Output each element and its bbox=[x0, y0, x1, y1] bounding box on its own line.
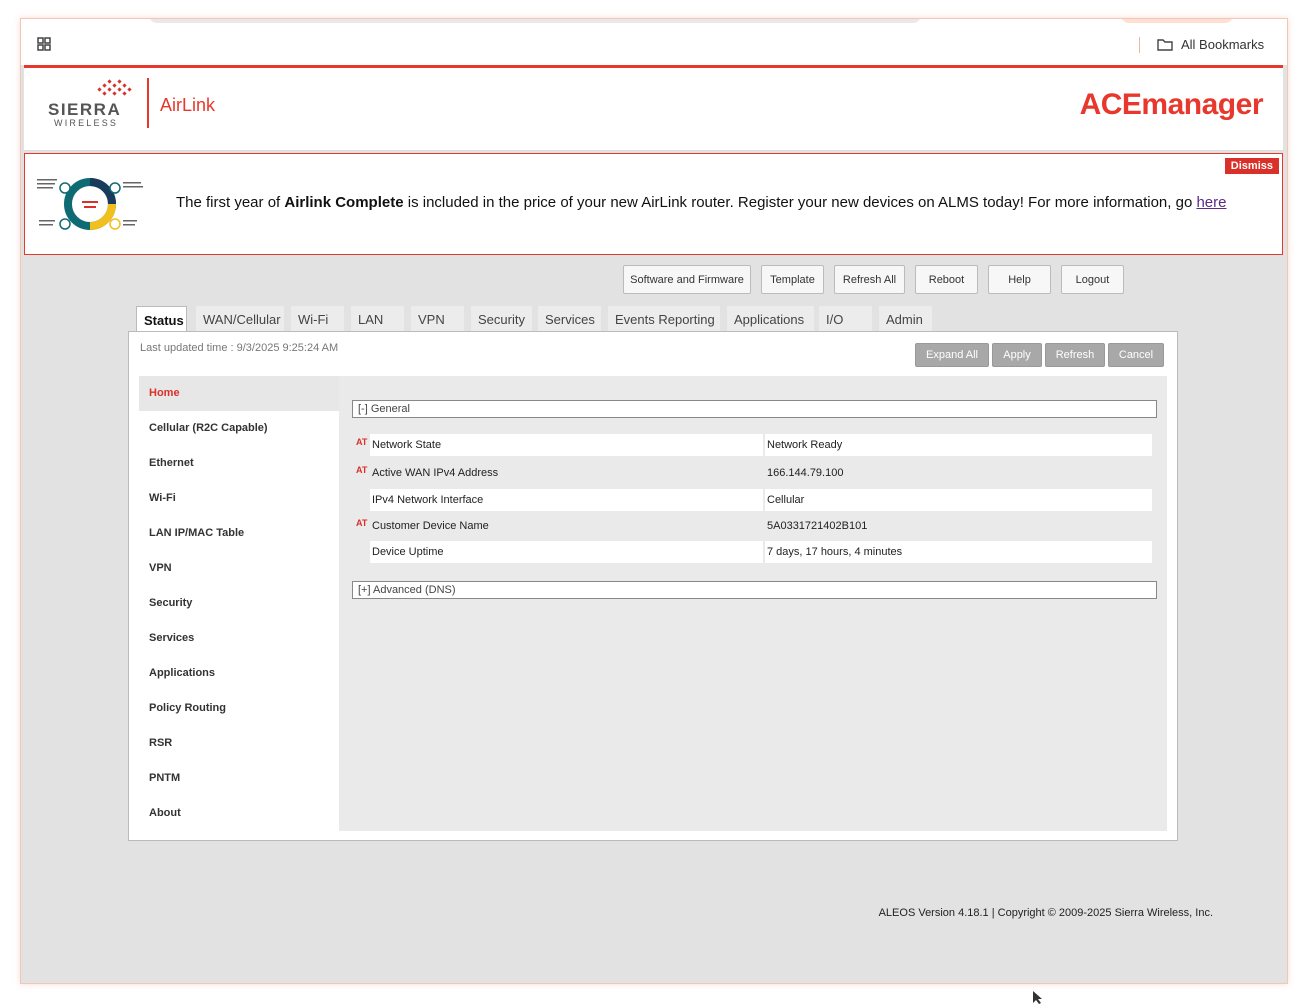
row-value: Network Ready bbox=[767, 439, 843, 451]
at-cell bbox=[354, 541, 370, 563]
all-bookmarks-label: All Bookmarks bbox=[1181, 36, 1265, 52]
tab-applications[interactable]: Applications bbox=[727, 306, 814, 332]
banner-message: The first year of Airlink Complete is in… bbox=[176, 194, 1226, 211]
side-item-pntm[interactable]: PNTM bbox=[149, 768, 180, 788]
side-item-ethernet[interactable]: Ethernet bbox=[149, 453, 194, 473]
side-item-services[interactable]: Services bbox=[149, 628, 194, 648]
tab-status[interactable]: Status bbox=[136, 306, 187, 333]
software-firmware-button[interactable]: Software and Firmware bbox=[623, 265, 751, 294]
status-row: AT Active WAN IPv4 Address 166.144.79.10… bbox=[354, 462, 1152, 484]
logo-divider bbox=[147, 78, 149, 128]
airlink-complete-graphic-icon bbox=[37, 178, 143, 230]
apps-grid-icon[interactable] bbox=[37, 37, 51, 51]
refresh-all-button[interactable]: Refresh All bbox=[834, 265, 905, 294]
sierra-airlink-logo: SIERRA WIRELESS AirLink bbox=[48, 78, 228, 132]
tab-admin[interactable]: Admin bbox=[879, 306, 932, 332]
row-value: 7 days, 17 hours, 4 minutes bbox=[767, 546, 903, 558]
at-marker: AT bbox=[356, 437, 368, 447]
status-row: AT Customer Device Name 5A0331721402B101 bbox=[354, 515, 1152, 537]
row-label: Network State bbox=[372, 439, 442, 451]
banner-text-bold: Airlink Complete bbox=[284, 194, 404, 211]
browser-window: All Bookmarks SIERRA WIRELESS AirLink AC… bbox=[20, 18, 1288, 984]
tab-wan-cellular[interactable]: WAN/Cellular bbox=[196, 306, 284, 332]
row-value: Cellular bbox=[767, 494, 805, 506]
side-item-security[interactable]: Security bbox=[149, 593, 192, 613]
profile-button[interactable] bbox=[1121, 19, 1233, 23]
side-item-wifi[interactable]: Wi-Fi bbox=[149, 488, 176, 508]
brand-wireless: WIRELESS bbox=[54, 118, 119, 128]
row-label: IPv4 Network Interface bbox=[372, 494, 484, 506]
footer-copyright: ALEOS Version 4.18.1 | Copyright © 2009-… bbox=[878, 907, 1213, 919]
bookmarks-bar: All Bookmarks bbox=[21, 19, 1287, 65]
row-value: 5A0331721402B101 bbox=[767, 520, 868, 532]
banner-text-after: is included in the price of your new Air… bbox=[403, 194, 1197, 211]
announcement-banner: The first year of Airlink Complete is in… bbox=[24, 153, 1283, 255]
dismiss-button[interactable]: Dismiss bbox=[1224, 158, 1279, 174]
apply-button[interactable]: Apply bbox=[992, 343, 1042, 367]
refresh-button[interactable]: Refresh bbox=[1045, 343, 1105, 367]
banner-text-before: The first year of bbox=[176, 194, 285, 211]
column-separator bbox=[763, 434, 765, 456]
side-item-vpn[interactable]: VPN bbox=[149, 558, 172, 578]
side-nav: Home Cellular (R2C Capable) Ethernet Wi-… bbox=[139, 376, 339, 831]
all-bookmarks-button[interactable]: All Bookmarks bbox=[1157, 35, 1264, 53]
tab-io[interactable]: I/O bbox=[819, 306, 872, 332]
tab-lan[interactable]: LAN bbox=[351, 306, 404, 332]
side-item-rsr[interactable]: RSR bbox=[149, 733, 172, 753]
app-header: SIERRA WIRELESS AirLink ACEmanager bbox=[24, 65, 1283, 151]
main-panel: Last updated time : 9/3/2025 9:25:24 AM … bbox=[128, 331, 1178, 841]
side-item-policy-routing[interactable]: Policy Routing bbox=[149, 698, 226, 718]
bookmarks-separator bbox=[1139, 37, 1140, 53]
content-area: Home Cellular (R2C Capable) Ethernet Wi-… bbox=[139, 376, 1167, 831]
mouse-cursor-icon bbox=[1033, 991, 1042, 1004]
row-label: Device Uptime bbox=[372, 546, 444, 558]
last-updated-time: Last updated time : 9/3/2025 9:25:24 AM bbox=[140, 342, 339, 354]
folder-icon bbox=[1157, 38, 1173, 51]
template-button[interactable]: Template bbox=[761, 265, 824, 294]
column-separator bbox=[763, 541, 765, 563]
row-label: Active WAN IPv4 Address bbox=[372, 467, 499, 479]
side-item-about[interactable]: About bbox=[149, 803, 181, 823]
at-marker: AT bbox=[356, 518, 368, 528]
tab-security[interactable]: Security bbox=[471, 306, 532, 332]
address-bar[interactable] bbox=[149, 19, 921, 23]
row-value: 166.144.79.100 bbox=[767, 467, 844, 479]
side-item-home[interactable]: Home bbox=[149, 383, 180, 403]
status-row: AT Network State Network Ready bbox=[354, 434, 1152, 456]
column-separator bbox=[763, 489, 765, 511]
advanced-dns-section-header[interactable]: [+] Advanced (DNS) bbox=[352, 581, 1157, 599]
brand-airlink: AirLink bbox=[160, 95, 216, 115]
general-section-header[interactable]: [-] General bbox=[352, 400, 1157, 418]
status-row: Device Uptime 7 days, 17 hours, 4 minute… bbox=[354, 541, 1152, 563]
sierra-logo-mark-icon bbox=[97, 79, 132, 96]
at-cell bbox=[354, 489, 370, 511]
side-item-applications[interactable]: Applications bbox=[149, 663, 215, 683]
tab-vpn[interactable]: VPN bbox=[411, 306, 464, 332]
side-item-lan-ipmac[interactable]: LAN IP/MAC Table bbox=[149, 523, 244, 543]
app-title: ACEmanager bbox=[1079, 88, 1264, 121]
tab-events-reporting[interactable]: Events Reporting bbox=[608, 306, 720, 332]
at-marker: AT bbox=[356, 465, 368, 475]
help-button[interactable]: Help bbox=[988, 265, 1051, 294]
row-label: Customer Device Name bbox=[372, 520, 489, 532]
status-row: IPv4 Network Interface Cellular bbox=[354, 489, 1152, 511]
tab-wifi[interactable]: Wi-Fi bbox=[291, 306, 344, 332]
brand-sierra: SIERRA bbox=[48, 100, 122, 119]
banner-here-link[interactable]: here bbox=[1196, 194, 1226, 211]
cancel-button[interactable]: Cancel bbox=[1108, 343, 1164, 367]
expand-all-button[interactable]: Expand All bbox=[915, 343, 989, 367]
logout-button[interactable]: Logout bbox=[1061, 265, 1124, 294]
reboot-button[interactable]: Reboot bbox=[915, 265, 978, 294]
side-item-cellular[interactable]: Cellular (R2C Capable) bbox=[149, 418, 268, 438]
tab-services[interactable]: Services bbox=[538, 306, 601, 332]
